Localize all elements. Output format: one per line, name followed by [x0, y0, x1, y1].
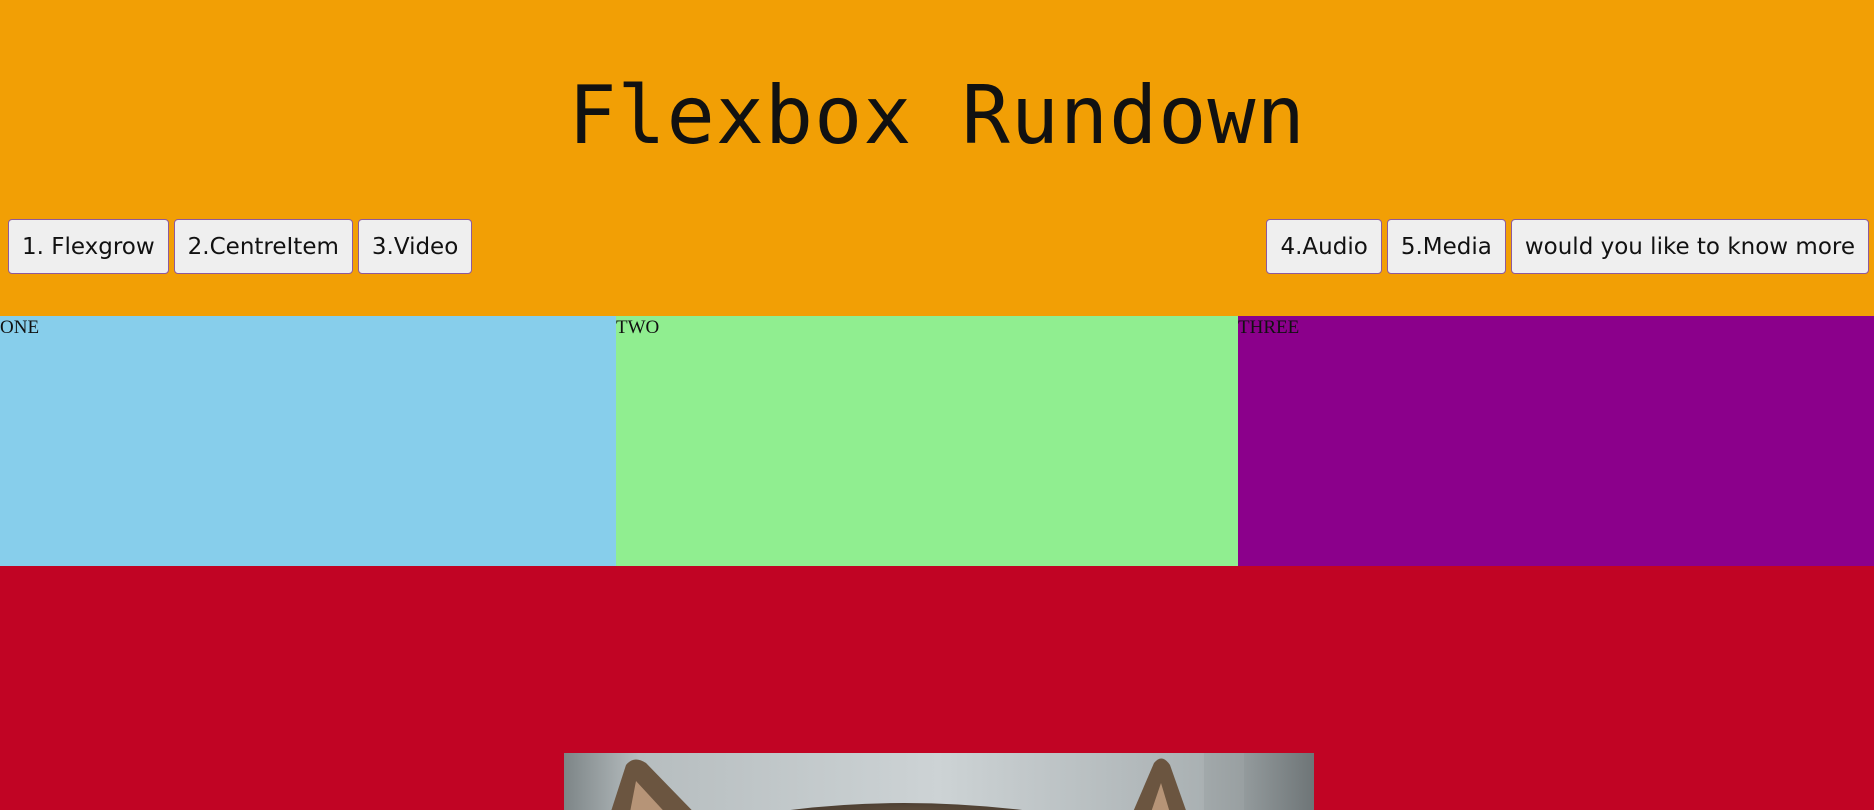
box-one-label: ONE [0, 317, 40, 338]
page-title: Flexbox Rundown [568, 69, 1306, 162]
video-button[interactable]: 3.Video [357, 219, 473, 274]
centre-item-button[interactable]: 2.CentreItem [173, 219, 353, 274]
box-one: ONE [0, 316, 616, 566]
cat-ears-icon [564, 753, 1314, 810]
page-header: Flexbox Rundown 1. Flexgrow 2.CentreItem… [0, 0, 1874, 316]
flex-boxes-row: ONE TWO THREE [0, 316, 1874, 566]
audio-button[interactable]: 4.Audio [1266, 219, 1382, 274]
box-two-label: TWO [616, 317, 660, 338]
box-three: THREE [1238, 316, 1874, 566]
nav-right-group: 4.Audio 5.Media would you like to know m… [1266, 219, 1869, 274]
box-two: TWO [616, 316, 1238, 566]
flexgrow-button[interactable]: 1. Flexgrow [8, 219, 169, 274]
media-button[interactable]: 5.Media [1386, 219, 1506, 274]
cat-image [564, 753, 1314, 810]
box-three-label: THREE [1238, 317, 1300, 338]
nav-left-group: 1. Flexgrow 2.CentreItem 3.Video [8, 219, 473, 274]
know-more-button[interactable]: would you like to know more [1510, 219, 1869, 274]
media-section [0, 566, 1874, 810]
